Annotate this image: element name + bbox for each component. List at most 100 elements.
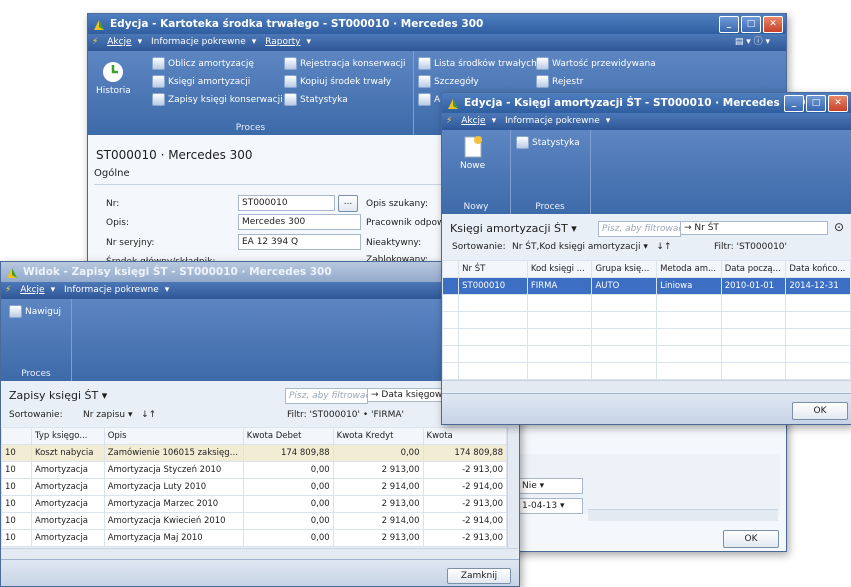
table-cell: 2014-12-31 <box>785 277 851 295</box>
nie-select[interactable]: Nie ▾ <box>518 478 583 494</box>
navigate-button[interactable]: Nawiguj <box>9 305 61 318</box>
seryjny-label: Nr seryjny: <box>106 238 155 248</box>
ribbon-oblicz[interactable]: Oblicz amortyzację <box>152 57 254 70</box>
maximize-icon[interactable]: □ <box>806 95 826 112</box>
table-cell: Amortyzacja <box>30 512 105 530</box>
stats-icon <box>284 93 297 106</box>
col-header[interactable]: Data końco... <box>785 260 851 278</box>
table-row[interactable]: 10 Amortyzacja Amortyzacja Marzec 2010 0,00… <box>1 495 507 513</box>
journal-icon <box>536 75 549 88</box>
nr-field[interactable]: ST000010 <box>238 195 335 211</box>
minimize-icon[interactable]: _ <box>784 95 804 112</box>
calc-icon <box>152 57 165 70</box>
nieaktywny-label: Nieaktywny: <box>366 238 422 248</box>
ribbon-zapisy-konserwacji[interactable]: Zapisy księgi konserwacji <box>152 93 283 106</box>
menu-informacje[interactable]: Informacje pokrewne <box>151 37 246 47</box>
table-cell: Amortyzacja <box>30 495 105 513</box>
ledger-filter-field[interactable]: → Data księgowa <box>367 388 452 402</box>
nr-lookup-button[interactable]: ... <box>338 195 358 212</box>
menu-akcje[interactable]: Akcje <box>20 285 44 295</box>
close-icon[interactable]: ✕ <box>828 95 848 112</box>
empty-row <box>442 328 851 346</box>
table-row[interactable]: 10 Koszt nabycia Zamówienie 106015 zaksięg… <box>1 444 507 462</box>
table-cell: 0,00 <box>242 461 334 479</box>
books-list-title[interactable]: Księgi amortyzacji ŚT ▾ <box>450 222 577 235</box>
ledger-vscroll[interactable] <box>507 427 519 549</box>
history-button[interactable]: Historia <box>96 61 131 96</box>
app-icon <box>93 18 105 30</box>
ribbon-rejestr[interactable]: Rejestr <box>536 75 583 88</box>
col-header[interactable]: Metoda am... <box>656 260 722 278</box>
table-row[interactable]: ST000010 FIRMA AUTO Liniowa 2010-01-01 2014-1… <box>442 277 851 295</box>
col-header[interactable]: Kwota Kredyt <box>332 427 424 445</box>
ribbon-ksiegi[interactable]: Księgi amortyzacji <box>152 75 250 88</box>
lightning-icon: ⚡ <box>5 285 12 295</box>
table-cell: -2 913,00 <box>422 495 507 513</box>
books-stats-button[interactable]: Statystyka <box>516 136 580 149</box>
table-cell: Amortyzacja Kwiecień 2010 <box>103 512 244 530</box>
ribbon-lista[interactable]: Lista środków trwałych <box>418 57 537 70</box>
ribbon-rejestracja[interactable]: Rejestracja konserwacji <box>284 57 406 70</box>
books-menubar: ⚡ Akcje ▾ Informacje pokrewne ▾ <box>442 113 851 130</box>
expand-icon[interactable]: ⊙ <box>834 220 844 234</box>
main-window-titlebar[interactable]: Edycja - Kartoteka środka trwałego - ST0… <box>88 14 786 34</box>
opis-field[interactable]: Mercedes 300 <box>238 214 361 230</box>
table-row[interactable]: 10 Amortyzacja Amortyzacja Styczeń 2010 0,0… <box>1 461 507 479</box>
table-cell: Amortyzacja Maj 2010 <box>103 529 244 547</box>
menu-akcje[interactable]: Akcje <box>107 37 131 47</box>
table-cell: -2 913,00 <box>422 461 507 479</box>
table-cell: 10 <box>1 478 32 496</box>
ledger-filter-input[interactable]: Pisz, aby filtrować <box>285 388 368 404</box>
col-header[interactable]: Kwota Debet <box>242 427 334 445</box>
new-document-icon <box>464 136 482 158</box>
analysis-icon <box>418 93 431 106</box>
books-sort-select[interactable]: Nr ŚT,Kod księgi amortyzacji ▾ ↓↑ <box>512 242 672 252</box>
ledger-list-title[interactable]: Zapisy księgi ŚT ▾ <box>9 389 107 402</box>
main-ok-button[interactable]: OK <box>723 530 779 548</box>
col-header[interactable]: Typ księgo... <box>30 427 105 445</box>
maximize-icon[interactable]: □ <box>741 16 761 33</box>
books-hscroll[interactable] <box>442 380 851 392</box>
table-cell: 2 913,00 <box>332 461 424 479</box>
books-icon <box>152 75 165 88</box>
books-filter-input[interactable]: Pisz, aby filtrować <box>598 221 681 237</box>
col-header[interactable]: Data począ... <box>720 260 787 278</box>
books-filter-field[interactable]: → Nr ŚT <box>680 221 828 235</box>
menu-akcje[interactable]: Akcje <box>461 116 485 126</box>
books-filter-text: Filtr: 'ST000010' <box>714 242 788 252</box>
main-window-title: Edycja - Kartoteka środka trwałego - ST0… <box>110 18 484 30</box>
col-header[interactable]: Kod księgi ... <box>526 260 593 278</box>
main-hscroll[interactable] <box>588 509 778 521</box>
books-titlebar[interactable]: Edycja - Księgi amortyzacji ŚT - ST00001… <box>442 93 851 113</box>
table-row[interactable]: 10 Amortyzacja Amortyzacja Maj 2010 0,00 2 9… <box>1 529 507 547</box>
table-cell: 0,00 <box>242 529 334 547</box>
table-cell: -2 913,00 <box>422 529 507 547</box>
table-row[interactable]: 10 Amortyzacja Amortyzacja Luty 2010 0,00 2 … <box>1 478 507 496</box>
pracownik-label: Pracownik odpowie <box>366 218 453 228</box>
minimize-icon[interactable]: _ <box>719 16 739 33</box>
col-header[interactable]: Grupa księ... <box>591 260 658 278</box>
close-icon[interactable]: ✕ <box>763 16 783 33</box>
section-general[interactable]: Ogólne <box>94 168 454 185</box>
ledger-statusbar <box>1 559 519 586</box>
col-header[interactable]: Opis <box>103 427 244 445</box>
col-header[interactable]: Nr ŚT <box>458 260 528 278</box>
ledger-sort-select[interactable]: Nr zapisu ▾ ↓↑ <box>83 410 156 420</box>
table-row[interactable]: 10 Amortyzacja Amortyzacja Kwiecień 2010 0,… <box>1 512 507 530</box>
new-button[interactable]: Nowe <box>460 136 485 171</box>
menu-raporty[interactable]: Raporty <box>265 37 300 47</box>
close-button[interactable]: Zamknij <box>447 568 511 584</box>
books-ok-button[interactable]: OK <box>792 402 848 420</box>
ribbon-szczegoly[interactable]: Szczegóły <box>418 75 479 88</box>
col-header[interactable] <box>1 427 32 445</box>
seryjny-field[interactable]: EA 12 394 Q <box>238 234 361 250</box>
menu-informacje[interactable]: Informacje pokrewne <box>64 285 159 295</box>
menu-informacje[interactable]: Informacje pokrewne <box>505 116 600 126</box>
table-cell: ST000010 <box>458 277 528 295</box>
ribbon-wartosc[interactable]: Wartość przewidywana <box>536 57 656 70</box>
ribbon-statystyka[interactable]: Statystyka <box>284 93 348 106</box>
date-field[interactable]: 1-04-13 ▾ <box>518 498 583 514</box>
help-icon[interactable]: ▤ ▾ ⓘ ▾ <box>735 34 770 51</box>
ribbon-kopiuj[interactable]: Kopiuj środek trwały <box>284 75 391 88</box>
col-header[interactable]: Kwota <box>422 427 507 445</box>
